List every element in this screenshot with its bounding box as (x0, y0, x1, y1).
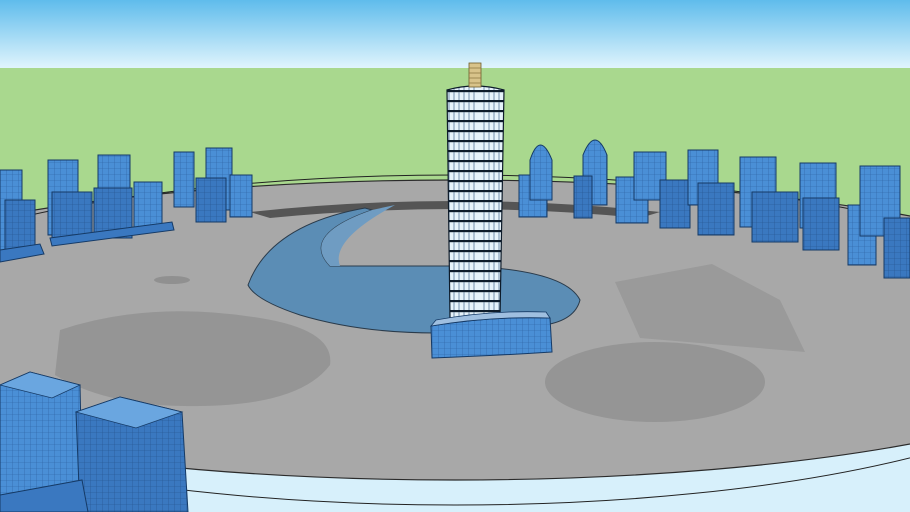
building (883, 217, 910, 279)
building (751, 191, 799, 243)
spire-building (529, 144, 553, 201)
building (573, 175, 593, 219)
3d-city-scene (0, 0, 910, 512)
building (173, 151, 195, 208)
shadow-right (545, 342, 765, 422)
building (195, 177, 227, 223)
shadow-left (55, 311, 331, 407)
skyscraper-icon (446, 85, 505, 322)
building (697, 182, 735, 236)
building (4, 199, 36, 251)
building (802, 197, 840, 251)
building (133, 181, 163, 228)
building (659, 179, 691, 229)
sky (0, 0, 910, 70)
podium (430, 317, 553, 359)
building (229, 174, 253, 218)
shadow-small (154, 276, 190, 284)
